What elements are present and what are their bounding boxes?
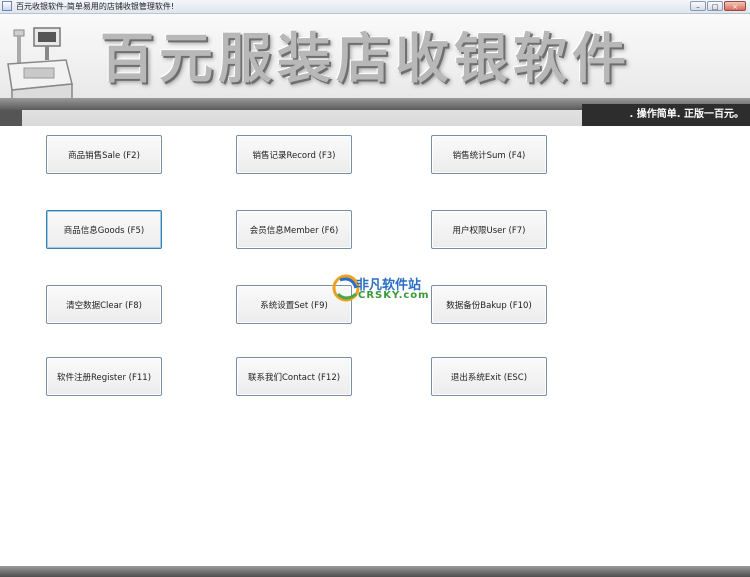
banner-strip-left [0,110,22,126]
clear-button[interactable]: 清空数据Clear (F8) [46,285,162,324]
bottom-bar [0,566,750,577]
goods-button[interactable]: 商品信息Goods (F5) [46,210,162,249]
header-banner: 百元服装店收银软件 . 操作简单. 正版一百元。 [0,14,750,126]
register-button[interactable]: 软件注册Register (F11) [46,357,162,396]
title-bar: 百元收银软件-简单易用的店铺收银管理软件! – □ × [0,0,750,14]
window-title: 百元收银软件-简单易用的店铺收银管理软件! [16,2,175,11]
member-button[interactable]: 会员信息Member (F6) [236,210,352,249]
exit-button[interactable]: 退出系统Exit (ESC) [431,357,547,396]
app-icon [2,1,12,11]
close-button[interactable]: × [724,1,746,11]
banner-title: 百元服装店收银软件 [100,27,631,90]
user-button[interactable]: 用户权限User (F7) [431,210,547,249]
record-button[interactable]: 销售记录Record (F3) [236,135,352,174]
sum-button[interactable]: 销售统计Sum (F4) [431,135,547,174]
minimize-button[interactable]: – [690,1,706,11]
slogan-text: . 操作简单. 正版一百元。 [629,109,744,120]
contact-button[interactable]: 联系我们Contact (F12) [236,357,352,396]
maximize-button[interactable]: □ [707,1,723,11]
watermark-en: CRSKY.com [358,290,430,301]
sale-button[interactable]: 商品销售Sale (F2) [46,135,162,174]
bakup-button[interactable]: 数据备份Bakup (F10) [431,285,547,324]
window-controls: – □ × [690,1,746,11]
